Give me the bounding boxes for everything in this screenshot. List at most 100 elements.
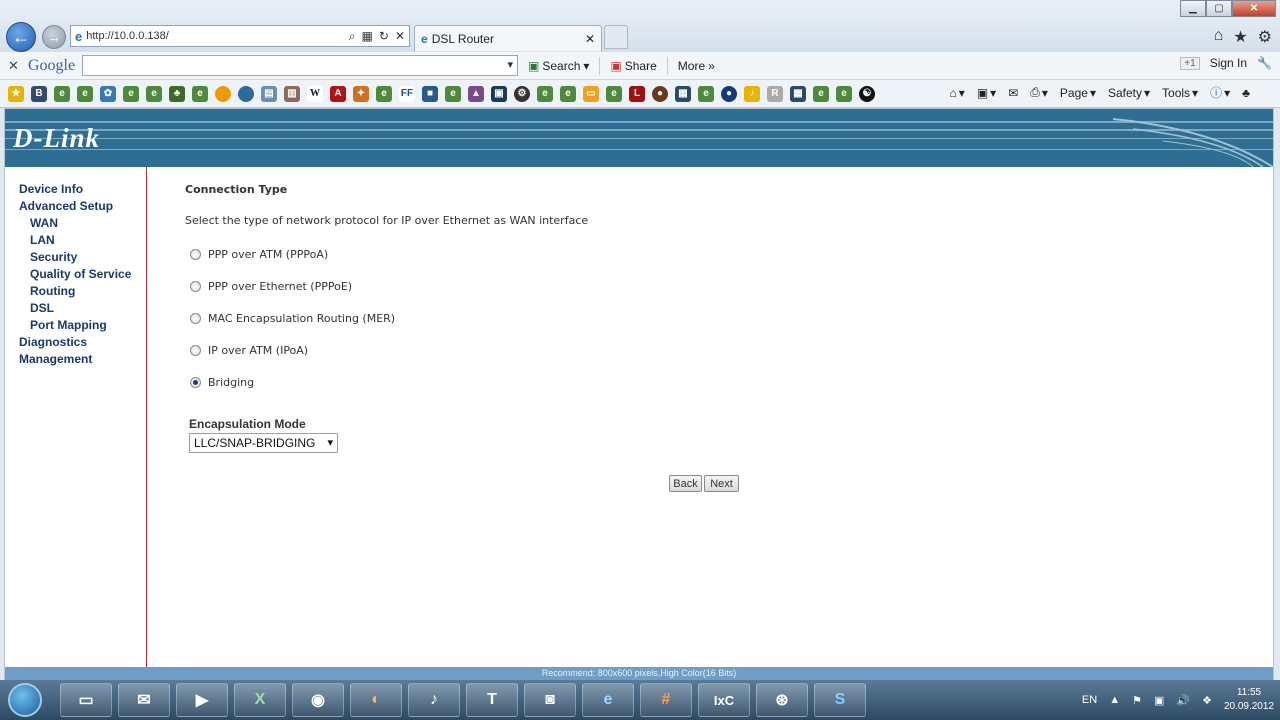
sign-in-link[interactable]: Sign In — [1210, 56, 1247, 70]
option-pppoe[interactable]: PPP over Ethernet (PPPoE) — [190, 280, 352, 293]
fav-page-icon[interactable]: e — [813, 85, 829, 102]
fav-doc-icon[interactable]: ▤ — [261, 85, 277, 102]
language-indicator[interactable]: EN — [1082, 694, 1097, 706]
option-pppoa[interactable]: PPP over ATM (PPPoA) — [190, 248, 328, 261]
fav-sun-icon[interactable] — [215, 85, 231, 102]
help-dropdown[interactable]: ⓘ ▾ — [1210, 84, 1230, 101]
fav-page-icon[interactable]: e — [192, 85, 208, 102]
fav-square-icon[interactable]: ■ — [422, 85, 438, 102]
fav-page-icon[interactable]: e — [54, 85, 70, 102]
fav-ball-icon[interactable]: ● — [721, 85, 737, 102]
chrome-taskbar-icon[interactable]: ◉ — [292, 683, 344, 717]
fav-lu-icon[interactable]: L — [629, 85, 645, 102]
google-search-button[interactable]: ▣ Search ▾ — [524, 59, 593, 73]
fav-page-icon[interactable]: e — [606, 85, 622, 102]
volume-icon[interactable]: 🔊 — [1176, 694, 1190, 707]
fav-r-icon[interactable]: R — [767, 85, 783, 102]
wrench-icon[interactable]: 🔧 — [1257, 56, 1272, 70]
music-taskbar-icon[interactable]: ♪ — [408, 683, 460, 717]
fav-page-icon[interactable]: e — [376, 85, 392, 102]
media-player-taskbar-icon[interactable]: ▶ — [176, 683, 228, 717]
fav-page-icon[interactable]: e — [445, 85, 461, 102]
fav-bag-icon[interactable]: ▥ — [284, 85, 300, 102]
sidebar-item-management[interactable]: Management — [19, 352, 92, 366]
fav-page-icon[interactable]: e — [698, 85, 714, 102]
compass-taskbar-icon[interactable]: ⊛ — [756, 683, 808, 717]
sidebar-item-routing[interactable]: Routing — [30, 284, 75, 298]
tools-menu[interactable]: Tools ▾ — [1162, 86, 1198, 100]
fav-leaf-icon[interactable]: ✿ — [100, 85, 116, 102]
radio-button[interactable] — [190, 281, 201, 292]
favorites-add-icon[interactable]: ★ — [8, 85, 24, 102]
ixc-taskbar-icon[interactable]: IxC — [698, 683, 750, 717]
fav-mountain-icon[interactable]: ▲ — [468, 85, 484, 102]
print-dropdown[interactable]: ⎙ ▾ — [1030, 85, 1048, 100]
sidebar-item-device-info[interactable]: Device Info — [19, 182, 83, 196]
fav-page-icon[interactable]: e — [537, 85, 553, 102]
tab-dsl-router[interactable]: e DSL Router ✕ — [414, 25, 602, 51]
fav-page-icon[interactable]: e — [836, 85, 852, 102]
radio-button[interactable] — [190, 345, 201, 356]
encapsulation-mode-select[interactable]: LLC/SNAP-BRIDGING — [189, 433, 338, 453]
fav-yinyang-icon[interactable]: ☯ — [859, 85, 875, 102]
flag-icon[interactable]: ⚑ — [1132, 694, 1142, 707]
option-ipoa[interactable]: IP over ATM (IPoA) — [190, 344, 308, 357]
back-arrow-icon[interactable]: ← — [6, 22, 36, 52]
fav-gear-icon[interactable]: ⚙ — [514, 85, 530, 102]
fav-page-icon[interactable]: e — [77, 85, 93, 102]
url-text[interactable]: http://10.0.0.138/ — [86, 30, 345, 42]
more-button[interactable]: More » — [674, 59, 719, 73]
dropbox-icon[interactable]: ❖ — [1202, 694, 1212, 707]
research-button[interactable]: ♣ — [1242, 86, 1250, 100]
feeds-dropdown[interactable]: ▣ ▾ — [977, 86, 996, 100]
network-icon[interactable]: ▣ — [1154, 694, 1164, 707]
fav-folder-icon[interactable]: ▭ — [583, 85, 599, 102]
sidebar-item-port-mapping[interactable]: Port Mapping — [30, 318, 107, 332]
back-button[interactable]: Back — [669, 475, 702, 492]
fav-film-icon[interactable]: ▦ — [675, 85, 691, 102]
new-tab-button[interactable] — [604, 25, 628, 49]
radio-button[interactable] — [190, 249, 201, 260]
fav-acrobat-icon[interactable]: A — [330, 85, 346, 102]
fav-b-icon[interactable]: B — [31, 85, 47, 102]
gear-icon[interactable]: ⚙ — [1258, 27, 1272, 47]
home-dropdown[interactable]: ⌂ ▾ — [950, 86, 965, 100]
fav-page-icon[interactable]: e — [146, 85, 162, 102]
fav-wikipedia-icon[interactable]: W — [307, 85, 323, 102]
fav-puzzle-icon[interactable]: ✦ — [353, 85, 369, 102]
address-bar[interactable]: e http://10.0.0.138/ ⌕ ▦ ↻ ✕ — [70, 25, 410, 47]
clock[interactable]: 11:55 20.09.2012 — [1224, 686, 1274, 714]
explorer-taskbar-icon[interactable]: ▭ — [60, 683, 112, 717]
close-window-button[interactable]: ✕ — [1232, 0, 1276, 17]
radio-button[interactable] — [190, 313, 201, 324]
share-button[interactable]: ▣ Share — [606, 59, 660, 73]
option-bridging[interactable]: Bridging — [190, 376, 254, 389]
mail-taskbar-icon[interactable]: ✉ — [118, 683, 170, 717]
camera-taskbar-icon[interactable]: ◙ — [524, 683, 576, 717]
fav-circle-icon[interactable]: ● — [652, 85, 668, 102]
option-mer[interactable]: MAC Encapsulation Routing (MER) — [190, 312, 395, 325]
mail-button[interactable]: ✉ — [1008, 86, 1018, 100]
minimize-button[interactable]: ▁ — [1180, 0, 1206, 17]
internet-explorer-taskbar-icon[interactable]: e — [582, 683, 634, 717]
sidebar-item-lan[interactable]: LAN — [30, 233, 55, 247]
fav-page-icon[interactable]: e — [560, 85, 576, 102]
fav-tree-icon[interactable]: ♣ — [169, 85, 185, 102]
gplus-button[interactable]: +1 — [1180, 56, 1200, 70]
sidebar-item-wan[interactable]: WAN — [30, 216, 58, 230]
google-search-input[interactable] — [82, 55, 518, 76]
sidebar-item-dsl[interactable]: DSL — [30, 301, 54, 315]
forward-arrow-icon[interactable]: → — [42, 25, 66, 49]
notes-taskbar-icon[interactable]: T — [466, 683, 518, 717]
fav-note-icon[interactable]: ♪ — [744, 85, 760, 102]
stop-icon[interactable]: ✕ — [395, 29, 405, 44]
page-menu[interactable]: Page ▾ — [1060, 86, 1096, 100]
radio-button-selected[interactable] — [190, 377, 201, 388]
start-button[interactable] — [8, 683, 42, 717]
favorites-star-icon[interactable]: ★ — [1233, 27, 1247, 47]
tab-close-icon[interactable]: ✕ — [585, 32, 595, 46]
fav-monitor-icon[interactable]: ▣ — [491, 85, 507, 102]
firefox-taskbar-icon[interactable]: ◐ — [350, 683, 402, 717]
home-icon[interactable]: ⌂ — [1214, 27, 1224, 47]
fav-globe-icon[interactable] — [238, 85, 254, 102]
